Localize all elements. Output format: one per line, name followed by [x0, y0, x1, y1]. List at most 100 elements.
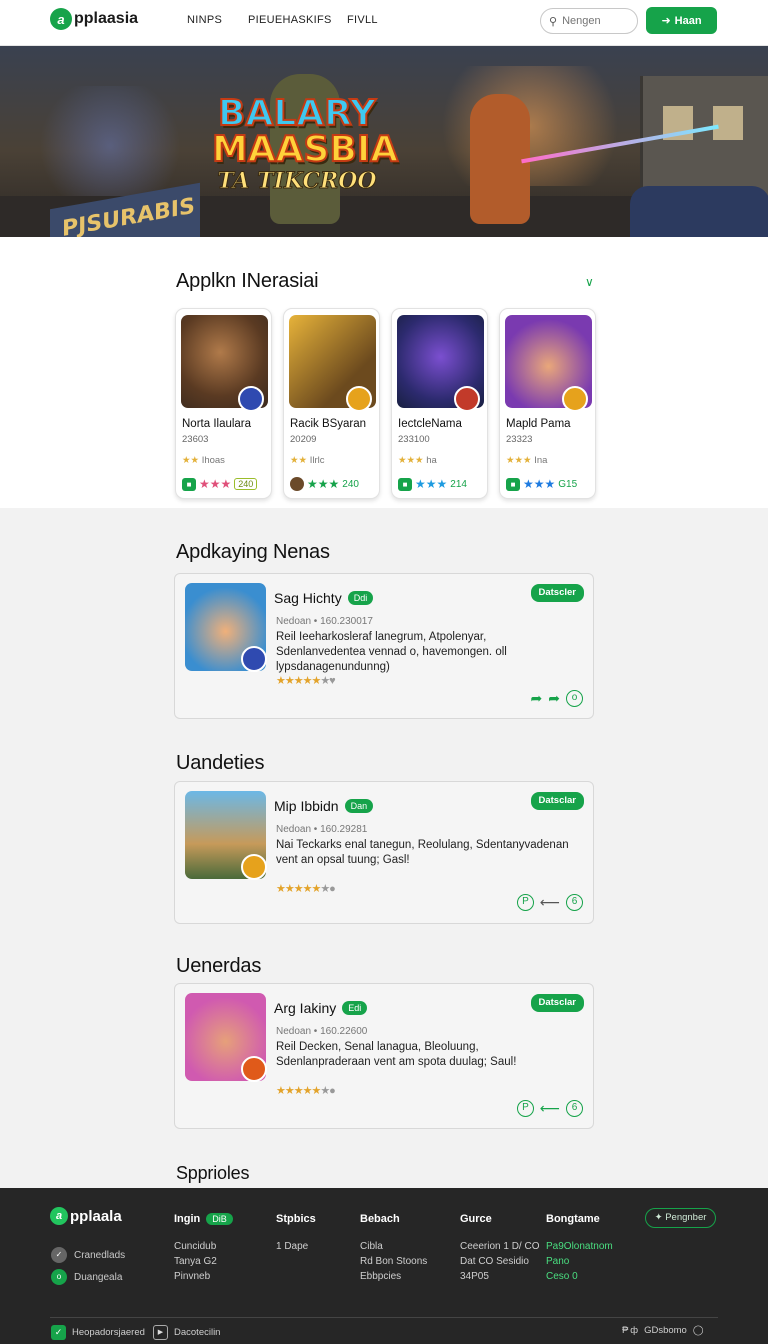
avatar [290, 477, 304, 491]
footer-bottom-link[interactable]: ✓ Heopadorsjaered [51, 1325, 145, 1340]
featured-app-card[interactable]: Racik BSyaran 20209 ★★ Ilrlc ★★★ 240 [283, 308, 380, 499]
info-icon[interactable]: 6 [566, 894, 583, 911]
footer-link[interactable]: Cibla [360, 1239, 427, 1254]
app-badge-icon [454, 386, 480, 412]
app-description: Nai Teckarks enal tanegun, Reolulang, Sd… [276, 839, 569, 866]
nav-link-1[interactable]: NINPS [187, 14, 222, 26]
app-name: Racik BSyaran [290, 418, 367, 430]
footer-link[interactable]: 34P05 [460, 1269, 539, 1284]
play-icon: ▶ [153, 1325, 168, 1340]
app-name: Arg Iakiny [274, 1000, 337, 1016]
header-action-label: Haan [674, 14, 702, 27]
app-thumbnail [289, 315, 376, 412]
app-number: 23323 [506, 434, 533, 445]
featured-app-card[interactable]: IectcleNama 233100 ★★★ ha ■ ★★★ 214 [391, 308, 488, 499]
circle-icon: o [51, 1269, 67, 1285]
star-icon: ★★★ [398, 455, 424, 466]
globe-icon: ◯ [692, 1325, 704, 1336]
logo[interactable]: a pplaasia [50, 8, 138, 30]
app-name: Mip Ibbidn [274, 798, 339, 814]
forward-icon[interactable]: ➦ [548, 690, 560, 707]
footer-column: Bebach Cibla Rd Bon Stoons Ebbpcies [360, 1213, 427, 1284]
footer-link[interactable]: Dat CO Sesidio [460, 1254, 539, 1269]
nav-link-2[interactable]: PIEUEHASKIFS [248, 14, 332, 26]
download-icon[interactable]: ■ [398, 477, 412, 491]
app-name: Sag Hichty [274, 590, 342, 606]
info-icon[interactable]: o [566, 690, 583, 707]
star-icon: ★★★ [307, 477, 340, 491]
info-icon[interactable]: 6 [566, 1100, 583, 1117]
footer-link[interactable]: Ceso 0 [546, 1269, 613, 1284]
download-button[interactable]: Datsclar [530, 994, 584, 1012]
app-list-item[interactable]: Sag Hichty Ddi Nedoan • 160.230017 Reil I… [174, 573, 594, 719]
back-arrow-icon[interactable]: ⟵ [540, 1100, 560, 1117]
section-title: Spprioles [176, 1163, 250, 1183]
footer-social-link[interactable]: o Duangeala [51, 1269, 122, 1285]
footer-link[interactable]: Ceeerion 1 D/ CO [460, 1239, 539, 1254]
footer-column-title: Bebach [360, 1213, 400, 1225]
footer-logo[interactable]: a pplaala [50, 1207, 122, 1225]
share-icon[interactable]: ➦ [531, 690, 543, 707]
check-icon: ✓ [51, 1325, 66, 1340]
footer-social-link[interactable]: ✓ Cranedlads [51, 1247, 125, 1263]
app-list-item[interactable]: Mip Ibbidn Dan Nedoan • 160.29281 Nai Tec… [174, 781, 594, 924]
footer-column-title: Bongtame [546, 1213, 600, 1225]
chevron-down-icon[interactable]: ∨ [585, 275, 594, 289]
star-icon: ★★★ [506, 455, 532, 466]
app-tag: Dan [344, 799, 374, 813]
footer-column: Stpbics 1 Dape [276, 1213, 316, 1254]
footer-bottom-link[interactable]: ▶ Dacotecilin [153, 1325, 220, 1340]
footer-link[interactable]: Tanya G2 [174, 1254, 233, 1269]
download-icon[interactable]: ■ [506, 477, 520, 491]
search-input[interactable] [562, 15, 627, 27]
app-thumbnail [505, 315, 592, 412]
footer-column-title: Ingin [174, 1213, 201, 1225]
featured-app-card[interactable]: Norta Ilaulara 23603 ★★ Ihoas ■ ★★★ 240 [175, 308, 272, 499]
footer-column-title: Gurce [460, 1213, 492, 1225]
footer-link[interactable]: Ebbpcies [360, 1269, 427, 1284]
back-arrow-icon[interactable]: ⟵ [540, 894, 560, 911]
footer-link[interactable]: Pa9Olonatnom [546, 1239, 613, 1254]
leaf-icon: ✦ [654, 1212, 663, 1223]
app-name: IectcleNama [398, 418, 462, 430]
hero-title-line-3: TA TIKCROO [217, 168, 377, 195]
rating-stars-icon: ★★★★★★● [276, 883, 336, 895]
footer: a pplaala ✓ Cranedlads o Duangeala Ingin… [0, 1188, 768, 1344]
app-number: 20209 [290, 434, 317, 445]
hero-banner: PJSURABIS BALARY MAASBIA TA TIKCROO [0, 46, 768, 237]
app-badge-icon [241, 646, 267, 672]
download-button[interactable]: Datscler [530, 584, 584, 602]
logo-text: pplaasia [74, 10, 139, 27]
footer-link[interactable]: 1 Dape [276, 1239, 316, 1254]
footer-link[interactable]: Cuncidub [174, 1239, 233, 1254]
footer-link[interactable]: Rd Bon Stoons [360, 1254, 427, 1269]
app-badge-icon [241, 854, 267, 880]
logo-mark-icon: a [50, 8, 72, 30]
app-list-item[interactable]: Arg Iakiny Edi Nedoan • 160.22600 Reil De… [174, 983, 594, 1129]
app-name: Mapld Pama [506, 418, 571, 430]
download-button[interactable]: Datsclar [530, 792, 584, 810]
download-icon[interactable]: ■ [182, 477, 196, 491]
app-name: Norta Ilaulara [182, 418, 252, 430]
app-actions: ★★★ 240 [290, 477, 359, 491]
section-title: Uenerdas [176, 955, 262, 977]
nav-link-3[interactable]: FIVLL [347, 14, 378, 26]
footer-register-button[interactable]: ✦ Pengnber [645, 1208, 716, 1228]
section-title: Uandeties [176, 752, 265, 774]
app-number: 23603 [182, 434, 209, 445]
rating-stars-icon: ★★★★★★● [276, 1085, 336, 1097]
app-badge-icon [346, 386, 372, 412]
star-icon: ★★★ [415, 477, 448, 491]
featured-app-card[interactable]: Mapld Pama 23323 ★★★ Ina ■ ★★★ G15 [499, 308, 596, 499]
footer-link[interactable]: Pinvneb [174, 1269, 233, 1284]
hero-title-line-2: MAASBIA [211, 129, 399, 170]
app-thumbnail [397, 315, 484, 412]
header-action-button[interactable]: ➜ Haan [646, 7, 717, 34]
pin-icon[interactable]: P [516, 894, 534, 911]
search-box[interactable]: ⚲ [540, 8, 638, 34]
app-tag: Ddi [347, 591, 374, 605]
pin-icon[interactable]: P [516, 1100, 534, 1117]
footer-link[interactable]: Pano [546, 1254, 613, 1269]
footer-language[interactable]: ₱ ф GDsbomo ◯ [622, 1325, 703, 1336]
footer-column: Ingin DiB Cuncidub Tanya G2 Pinvneb [174, 1213, 233, 1284]
